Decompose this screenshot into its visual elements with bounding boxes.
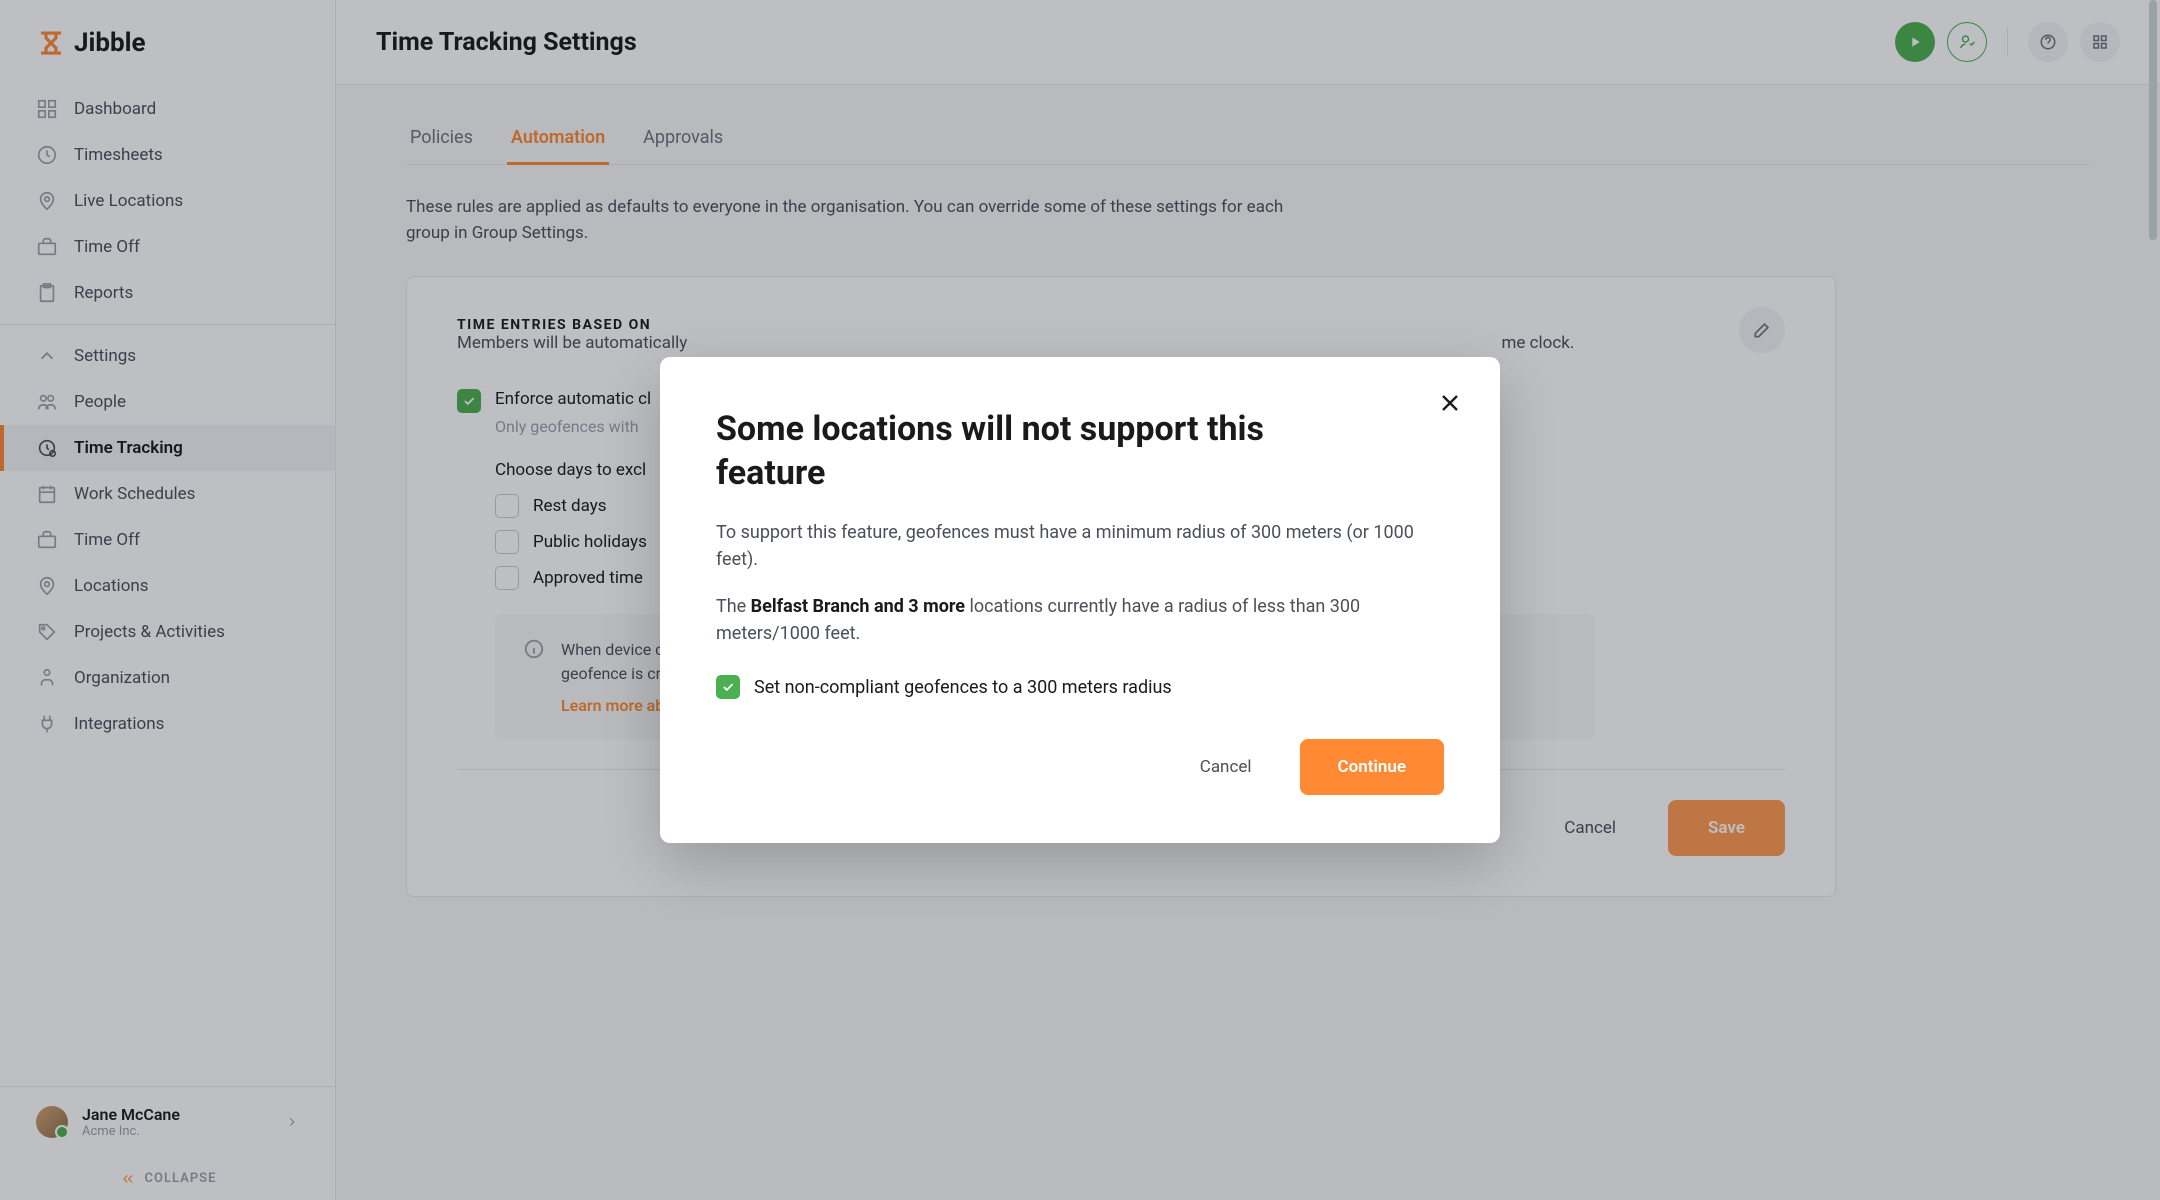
modal-overlay[interactable]: Some locations will not support this fea… <box>0 0 2160 1200</box>
modal-p2: The Belfast Branch and 3 more locations … <box>716 593 1436 647</box>
modal: Some locations will not support this fea… <box>660 357 1500 843</box>
modal-title: Some locations will not support this fea… <box>716 407 1356 495</box>
close-button[interactable] <box>1436 389 1464 417</box>
set-radius-label: Set non-compliant geofences to a 300 met… <box>754 677 1172 698</box>
check-icon <box>721 680 735 694</box>
set-radius-checkbox[interactable] <box>716 675 740 699</box>
modal-cancel-button[interactable]: Cancel <box>1172 739 1280 795</box>
modal-continue-button[interactable]: Continue <box>1300 739 1445 795</box>
modal-p1: To support this feature, geofences must … <box>716 519 1436 573</box>
